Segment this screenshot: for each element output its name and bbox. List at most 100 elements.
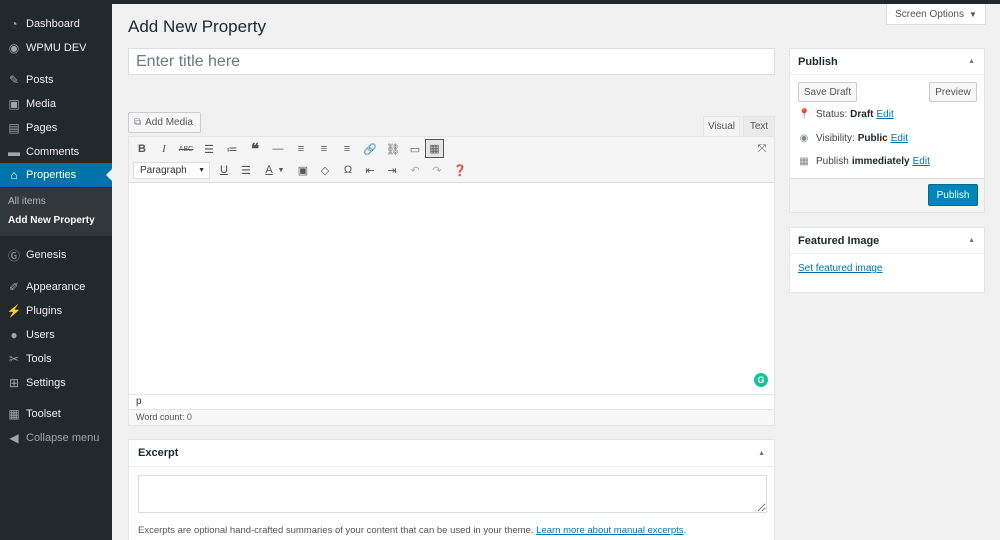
format-select-value: Paragraph [140,165,187,176]
sidebar-item-posts[interactable]: ✎ Posts [0,69,112,91]
fullscreen-icon[interactable]: ⤧ [753,140,771,158]
publish-actions: Publish [790,178,984,212]
toggle-arrow-icon[interactable]: ▲ [968,49,975,75]
excerpt-metabox: Excerpt ▲ Excerpts are optional hand-cra… [128,439,775,540]
grammarly-icon[interactable]: G [754,373,768,387]
sidebar-item-wpmudev[interactable]: ◉ WPMU DEV [0,37,112,59]
sidebar-item-dashboard[interactable]: ◔ Dashboard [0,13,112,35]
sidebar-item-media[interactable]: ▣ Media [0,93,112,115]
add-media-button[interactable]: ⧉ Add Media [128,112,201,133]
excerpt-header[interactable]: Excerpt ▲ [129,440,774,467]
read-more-icon[interactable]: ▭ [406,140,424,158]
strikethrough-icon[interactable]: ABC [177,140,195,158]
publish-button[interactable]: Publish [928,184,978,206]
collapse-menu-label: Collapse menu [26,432,100,444]
sidebar-item-genesis[interactable]: Ⓖ Genesis [0,244,112,266]
text-color-caret-icon[interactable]: ▼ [276,161,286,179]
sidebar-item-settings[interactable]: ⊞ Settings [0,372,112,394]
visibility-value: Public [857,133,888,144]
publish-metabox: Publish ▲ Save Draft Preview 📍 Status: D… [789,48,985,213]
submenu-add-new-property[interactable]: Add New Property [8,215,95,226]
toolset-icon: ▦ [8,407,20,421]
sidebar-item-users[interactable]: ● Users [0,324,112,346]
justify-icon[interactable]: ☰ [237,161,255,179]
users-icon: ● [10,328,18,342]
outdent-icon[interactable]: ⇤ [361,161,379,179]
align-center-icon[interactable]: ≡ [315,140,333,158]
set-featured-image-link[interactable]: Set featured image [798,263,883,274]
sidebar-item-properties[interactable]: ⌂ Properties [0,163,112,187]
visibility-row: ◉ Visibility: Public Edit [798,133,908,144]
horizontal-line-icon[interactable]: — [269,140,287,158]
pushpin-icon: ✎ [8,73,20,87]
pages-icon: ▤ [8,121,20,135]
screen-options-button[interactable]: Screen Options ▼ [886,4,986,25]
sidebar-item-toolset[interactable]: ▦ Toolset [0,403,112,425]
sidebar-item-pages[interactable]: ▤ Pages [0,117,112,139]
preview-button[interactable]: Preview [929,82,977,102]
bold-icon[interactable]: B [133,140,151,158]
remove-link-icon[interactable]: ⛓ [384,140,402,158]
tab-text[interactable]: Text [743,116,775,136]
edit-status-link[interactable]: Edit [876,109,893,120]
underline-icon[interactable]: U [215,161,233,179]
post-title-input[interactable] [128,48,775,75]
schedule-label: Publish [816,156,849,167]
undo-icon[interactable]: ↶ [406,161,424,179]
align-left-icon[interactable]: ≡ [292,140,310,158]
excerpt-help-body: Excerpts are optional hand-crafted summa… [138,525,537,536]
editor-content-area[interactable] [129,184,774,394]
sidebar-item-label: Posts [26,74,54,86]
visibility-label: Visibility: [816,133,855,144]
media-icon: ⧉ [134,117,142,128]
properties-submenu: All items Add New Property [0,188,112,236]
italic-icon[interactable]: I [155,140,173,158]
status-label: Status: [816,109,848,120]
paragraph-format-select[interactable]: Paragraph ▼ [133,162,210,179]
excerpt-help-end: . [683,525,687,536]
bulleted-list-icon[interactable]: ☰ [200,140,218,158]
numbered-list-icon[interactable]: ≔ [223,140,241,158]
submenu-all-items[interactable]: All items [8,196,46,207]
align-right-icon[interactable]: ≡ [338,140,356,158]
toolbar-toggle-icon[interactable]: ▦ [425,139,444,158]
sidebar-item-label: Settings [26,377,66,389]
word-count: Word count: 0 [129,409,774,425]
collapse-menu-button[interactable]: ◀ Collapse menu [0,427,112,449]
insert-link-icon[interactable]: 🔗 [361,140,379,158]
settings-icon: ⊞ [8,376,20,390]
caret-down-icon: ▼ [198,167,205,174]
element-path: p [129,394,774,409]
save-draft-button[interactable]: Save Draft [798,82,857,102]
schedule-value: immediately [851,156,910,167]
sidebar-item-label: Toolset [26,408,61,420]
pin-icon: 📍 [798,109,811,120]
sidebar-item-tools[interactable]: ✂ Tools [0,348,112,370]
special-character-icon[interactable]: Ω [339,161,357,179]
sidebar-item-label: Genesis [26,249,67,261]
featured-image-heading: Featured Image [798,235,880,247]
editor-toolbar: B I ABC ☰ ≔ ❝ — ≡ ≡ ≡ 🔗 ⛓ ▭ ▦ ⤧ Paragrap… [129,137,774,183]
status-row: 📍 Status: Draft Edit [798,109,894,120]
learn-more-excerpts-link[interactable]: Learn more about manual excerpts [536,525,683,536]
indent-icon[interactable]: ⇥ [383,161,401,179]
featured-image-header[interactable]: Featured Image ▲ [790,228,984,254]
sidebar-item-plugins[interactable]: ⚡ Plugins [0,300,112,322]
tab-visual[interactable]: Visual [703,116,740,136]
publish-header[interactable]: Publish ▲ [790,49,984,75]
excerpt-textarea[interactable] [138,475,767,513]
help-icon[interactable]: ❓ [451,161,469,179]
toggle-arrow-icon[interactable]: ▲ [758,440,765,467]
toggle-arrow-icon[interactable]: ▲ [968,228,975,254]
content-editor: B I ABC ☰ ≔ ❝ — ≡ ≡ ≡ 🔗 ⛓ ▭ ▦ ⤧ Paragrap… [128,136,775,426]
dashboard-icon: ◔ [10,17,18,31]
redo-icon[interactable]: ↷ [428,161,446,179]
sidebar-item-appearance[interactable]: ✐ Appearance [0,276,112,298]
clear-formatting-icon[interactable]: ◇ [316,161,334,179]
sidebar-item-comments[interactable]: ▬ Comments [0,141,112,163]
paste-as-text-icon[interactable]: ▣ [294,161,312,179]
edit-schedule-link[interactable]: Edit [913,156,930,167]
sidebar-item-label: Plugins [26,305,63,317]
blockquote-icon[interactable]: ❝ [246,140,264,158]
edit-visibility-link[interactable]: Edit [891,133,908,144]
